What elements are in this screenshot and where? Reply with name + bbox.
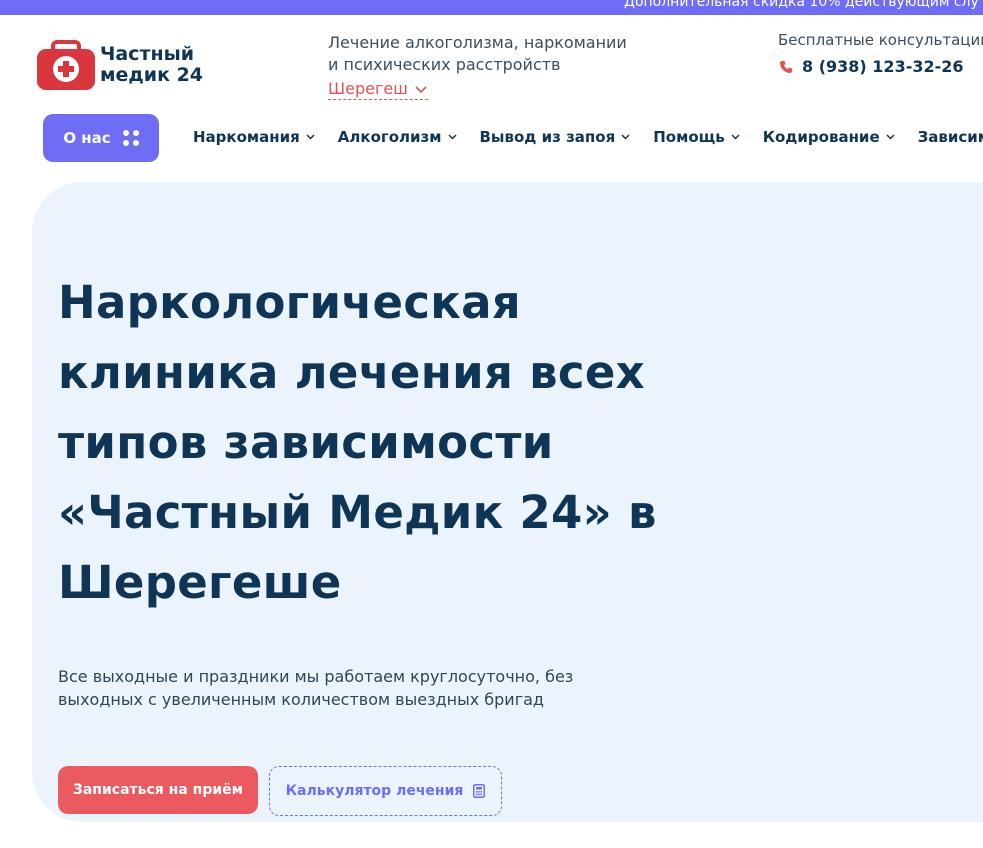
chevron-down-icon	[306, 134, 315, 140]
nav-label: Вывод из запоя	[479, 128, 616, 146]
about-button[interactable]: О нас	[43, 114, 159, 162]
calculator-icon	[473, 784, 486, 798]
chevron-down-icon	[731, 134, 740, 140]
main-nav: Наркомания Алкоголизм Вывод из запоя Пом…	[193, 128, 983, 146]
logo-line-1: Частный	[100, 43, 195, 65]
grid-dots-icon	[122, 130, 139, 146]
nav-label: Кодирование	[762, 128, 880, 146]
free-consultation-text: Бесплатные консультации 2	[778, 31, 983, 49]
medical-kit-icon	[37, 40, 95, 90]
about-label: О нас	[63, 129, 111, 147]
nav-label: Наркомания	[193, 128, 300, 146]
phone-number: 8 (938) 123-32-26	[802, 57, 964, 76]
book-appointment-label: Записаться на приём	[72, 782, 244, 798]
hero-title: Наркологическая клиника лечения всех тип…	[58, 268, 658, 618]
hero-title-line: «Частный Медик 24» в	[58, 486, 657, 539]
nav-item-dependencies[interactable]: Зависимост	[918, 128, 983, 146]
nav-label: Помощь	[653, 128, 725, 146]
hero-title-line: типов зависимости	[58, 416, 554, 469]
book-appointment-button[interactable]: Записаться на приём	[58, 766, 258, 814]
city-selector[interactable]: Шерегеш	[328, 79, 428, 100]
hero-subtitle-line: Все выходные и праздники мы работаем кру…	[58, 667, 574, 686]
chevron-down-icon	[886, 134, 895, 140]
chevron-down-icon	[447, 134, 457, 140]
hero-subtitle-line: выходных с увеличенным количеством выезд…	[58, 690, 544, 709]
hero-title-line: Шерегеше	[58, 556, 342, 609]
nav-label: Алкоголизм	[337, 128, 442, 146]
hero-subtitle: Все выходные и праздники мы работаем кру…	[58, 665, 598, 711]
chevron-down-icon	[621, 134, 630, 140]
tagline-line-1: Лечение алкоголизма, наркомании	[328, 33, 627, 52]
nav-item-binge-withdrawal[interactable]: Вывод из запоя	[480, 128, 631, 146]
logo-line-2: медик 24	[100, 64, 204, 86]
header-tagline: Лечение алкоголизма, наркомании и психич…	[328, 32, 627, 76]
logo[interactable]: Частный медик 24	[37, 40, 203, 90]
treatment-calculator-button[interactable]: Калькулятор лечения	[269, 766, 502, 816]
hero-title-line: Наркологическая	[58, 276, 522, 329]
treatment-calculator-label: Калькулятор лечения	[285, 783, 464, 799]
hero-title-line: клиника лечения всех	[58, 346, 646, 399]
nav-item-drug-addiction[interactable]: Наркомания	[193, 128, 315, 146]
phone-link[interactable]: 8 (938) 123-32-26	[779, 57, 964, 76]
chevron-down-icon	[415, 86, 427, 94]
nav-item-help[interactable]: Помощь	[653, 128, 740, 146]
nav-item-alcoholism[interactable]: Алкоголизм	[338, 128, 457, 146]
nav-label: Зависимост	[917, 128, 983, 146]
phone-icon	[780, 60, 792, 73]
tagline-line-2: и психических расстройств	[328, 55, 561, 74]
city-label: Шерегеш	[328, 79, 408, 98]
logo-text: Частный медик 24	[100, 44, 203, 86]
promo-bar: Дополнительная скидка 10% действующим сл…	[0, 0, 983, 15]
nav-item-coding[interactable]: Кодирование	[763, 128, 895, 146]
promo-text: Дополнительная скидка 10% действующим сл…	[624, 0, 979, 10]
